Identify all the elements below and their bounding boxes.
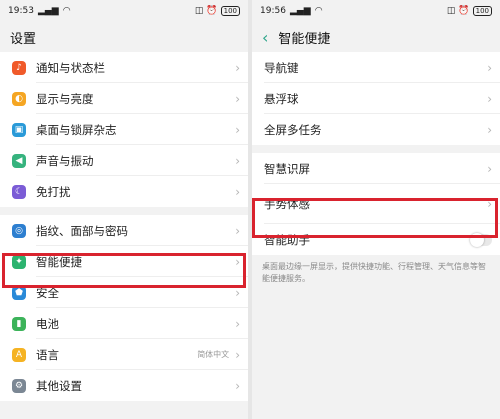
settings-row[interactable]: ☾ 免打扰 › (0, 176, 248, 207)
row-label: 悬浮球 (264, 91, 299, 106)
page-title-bar: 设置 (0, 22, 248, 52)
chevron-right-icon: › (235, 378, 240, 393)
row-label: 全屏多任务 (264, 122, 322, 137)
settings-group-2: ◎ 指纹、面部与密码 › ✦ 智能便捷 › ⬟ 安全 › ▮ 电池 › A 语言 简体中文 › ⚙ 其他设置 › (0, 215, 248, 401)
chevron-right-icon: › (235, 347, 240, 362)
chevron-right-icon: › (235, 122, 240, 137)
settings-row[interactable]: ▣ 桌面与锁屏杂志 › (0, 114, 248, 145)
page-title: 设置 (10, 31, 37, 47)
chevron-right-icon: › (235, 316, 240, 331)
row-label: 通知与状态栏 (36, 60, 105, 75)
settings-row[interactable]: ◀ 声音与振动 › (0, 145, 248, 176)
chevron-right-icon: › (235, 184, 240, 199)
chevron-right-icon: › (235, 91, 240, 106)
alarm-icon: ⏰ (458, 6, 470, 16)
status-time: 19:53 (8, 6, 34, 16)
chevron-right-icon: › (487, 161, 492, 176)
smart-assistant-description: 桌面最边缘一屏显示，提供快捷功能、行程管理、天气信息等智能便捷服务。 (262, 262, 486, 283)
vibrate-icon: ◫ (446, 6, 456, 16)
highlight-box-gesture-motion (252, 198, 498, 238)
wifi-icon: ◠ (314, 6, 323, 16)
row-label: 桌面与锁屏杂志 (36, 122, 117, 137)
chevron-right-icon: › (235, 223, 240, 238)
bell-icon: ♪ (12, 60, 26, 75)
signal-icon: ▂▄▆ (37, 6, 59, 16)
row-label: 导航键 (264, 60, 299, 75)
page-title: 智能便捷 (278, 31, 331, 47)
smart-group-1: 导航键 › 悬浮球 › 全屏多任务 › (252, 52, 500, 145)
row-value: 简体中文 (197, 350, 230, 359)
screenshot-composite: 19:53 ▂▄▆ ◠ ◫ ⏰ 100 设置 ♪ 通知与状态栏 › ◐ 显示与亮度 › ▣ 桌… (0, 0, 500, 419)
settings-screen: 19:53 ▂▄▆ ◠ ◫ ⏰ 100 设置 ♪ 通知与状态栏 › ◐ 显示与亮度 › ▣ 桌… (0, 0, 248, 419)
alarm-icon: ⏰ (206, 6, 218, 16)
settings-row[interactable]: A 语言 简体中文 › (0, 339, 248, 370)
row-label: 指纹、面部与密码 (36, 223, 128, 238)
group-divider (252, 145, 500, 153)
signal-icon: ▂▄▆ (289, 6, 311, 16)
highlight-box-smart-convenience (2, 253, 246, 288)
brightness-icon: ◐ (12, 91, 26, 106)
settings-row[interactable]: ⚙ 其他设置 › (0, 370, 248, 401)
status-bar: 19:56 ▂▄▆ ◠ ◫ ⏰ 100 (252, 0, 500, 22)
row-label: 显示与亮度 (36, 91, 94, 106)
row-label: 声音与振动 (36, 153, 94, 168)
speaker-icon: ◀ (12, 153, 26, 168)
row-label: 其他设置 (36, 378, 82, 393)
wifi-icon: ◠ (62, 6, 71, 16)
battery-indicator: 100 (472, 6, 492, 16)
chevron-right-icon: › (235, 60, 240, 75)
moon-icon: ☾ (12, 184, 26, 199)
vibrate-icon: ◫ (194, 6, 204, 16)
row-smart-screen-recognition[interactable]: 智慧识屏 › (252, 153, 500, 184)
row-fullscreen-multitask[interactable]: 全屏多任务 › (252, 114, 500, 145)
row-label: 电池 (36, 316, 59, 331)
row-floating-ball[interactable]: 悬浮球 › (252, 83, 500, 114)
settings-row[interactable]: ◎ 指纹、面部与密码 › (0, 215, 248, 246)
settings-row[interactable]: ◐ 显示与亮度 › (0, 83, 248, 114)
fingerprint-icon: ◎ (12, 223, 26, 238)
group-divider (0, 207, 248, 215)
back-chevron-icon[interactable]: ‹ (262, 28, 268, 47)
row-label: 免打扰 (36, 184, 71, 199)
row-label: 语言 (36, 347, 59, 362)
battery-indicator: 100 (220, 6, 240, 16)
gear-icon: ⚙ (12, 378, 26, 393)
settings-row[interactable]: ♪ 通知与状态栏 › (0, 52, 248, 83)
chevron-right-icon: › (487, 60, 492, 75)
settings-group-1: ♪ 通知与状态栏 › ◐ 显示与亮度 › ▣ 桌面与锁屏杂志 › ◀ 声音与振动 › ☾ 免打扰 › (0, 52, 248, 207)
settings-row[interactable]: ▮ 电池 › (0, 308, 248, 339)
status-time: 19:56 (260, 6, 286, 16)
chevron-right-icon: › (235, 153, 240, 168)
status-bar: 19:53 ▂▄▆ ◠ ◫ ⏰ 100 (0, 0, 248, 22)
page-title-bar: ‹ 智能便捷 (252, 22, 500, 52)
language-icon: A (12, 347, 26, 362)
battery-icon: ▮ (12, 316, 26, 331)
chevron-right-icon: › (487, 122, 492, 137)
wallpaper-icon: ▣ (12, 122, 26, 137)
row-label: 智慧识屏 (264, 161, 310, 176)
chevron-right-icon: › (487, 91, 492, 106)
row-navigation-keys[interactable]: 导航键 › (252, 52, 500, 83)
